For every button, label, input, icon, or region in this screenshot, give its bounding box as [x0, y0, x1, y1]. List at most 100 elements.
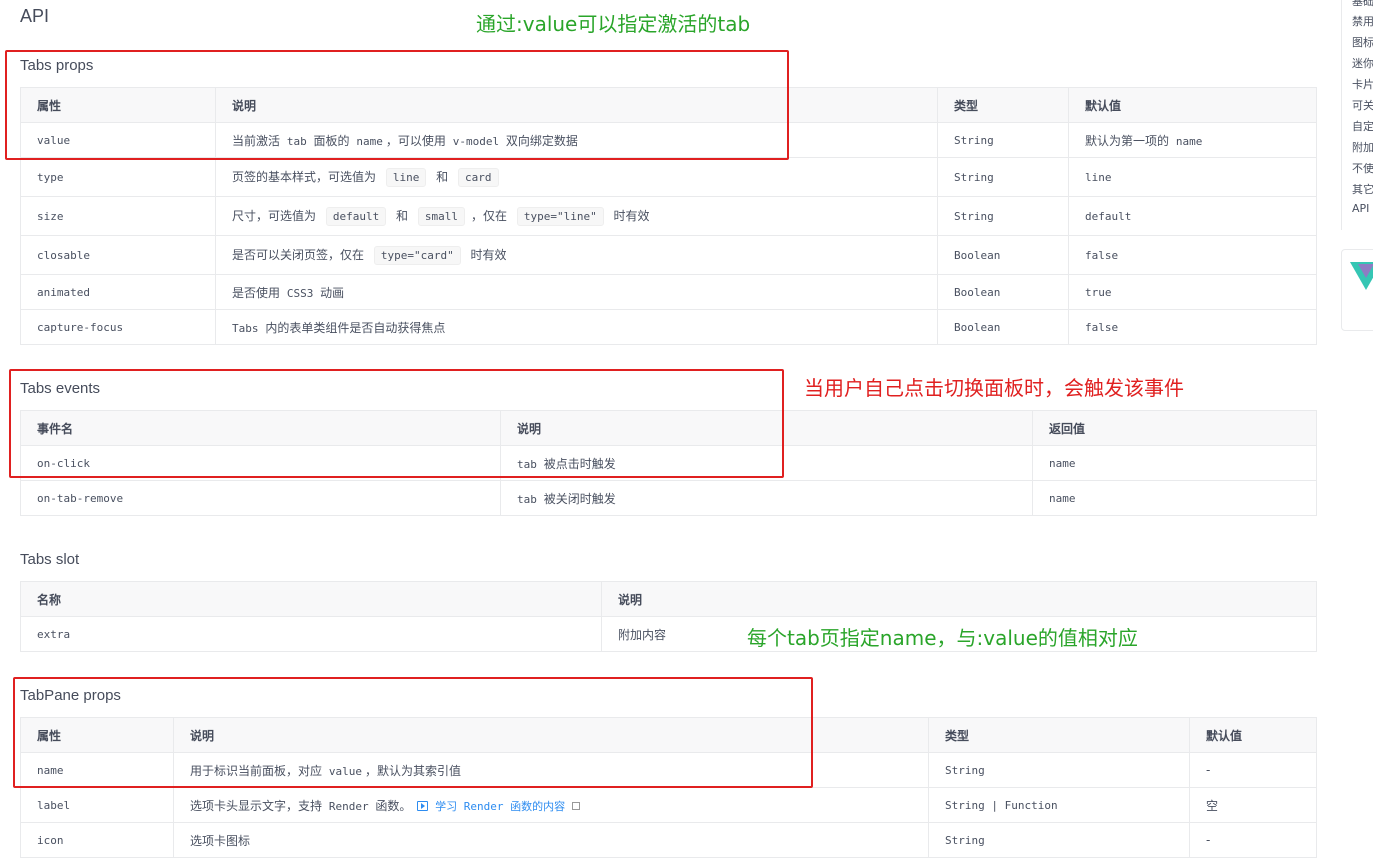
- prop-type: Boolean: [937, 235, 1069, 275]
- prop-name: value: [20, 122, 216, 158]
- prop-name: label: [20, 787, 174, 823]
- desc-text: 被点击时触发: [543, 456, 616, 471]
- desc-text: 页签的基本样式，可选值为: [232, 169, 377, 184]
- desc-text: 面板的: [313, 133, 350, 148]
- desc-text: 当前激活: [232, 133, 281, 148]
- tabs-props-table: 属性 说明 类型 默认值 value 当前激活 tab 面板的 name ，可以使…: [20, 87, 1317, 345]
- desc-text: 选项卡图标: [190, 833, 251, 848]
- table-header-row: 属性 说明 类型 默认值: [20, 717, 1317, 753]
- event-return: name: [1032, 480, 1317, 516]
- prop-desc: 选项卡头显示文字，支持 Render 函数。 学习 Render 函数的内容: [173, 787, 929, 823]
- prop-type: Boolean: [937, 274, 1069, 310]
- prop-desc: 选项卡图标: [173, 822, 929, 858]
- col-header-default: 默认值: [1189, 717, 1317, 753]
- prop-default: line: [1068, 157, 1317, 197]
- col-header-attr: 属性: [20, 87, 216, 123]
- desc-code: name: [356, 134, 383, 148]
- col-header-type: 类型: [937, 87, 1069, 123]
- col-header-return: 返回值: [1032, 410, 1317, 446]
- code-chip: small: [417, 206, 465, 226]
- render-doc-link[interactable]: 学习 Render 函数的内容: [415, 799, 580, 813]
- tabs-slot-title: Tabs slot: [20, 551, 80, 568]
- desc-text: 选项卡头显示文字，支持: [190, 798, 323, 813]
- col-header-desc: 说明: [601, 581, 1317, 617]
- anchor-nav-item[interactable]: 图标: [1352, 34, 1373, 50]
- col-header-event: 事件名: [20, 410, 501, 446]
- desc-code: tab: [517, 457, 537, 471]
- prop-type: Boolean: [937, 309, 1069, 345]
- anchor-nav-item[interactable]: API: [1352, 202, 1369, 215]
- anchor-nav-item[interactable]: 可关: [1352, 97, 1373, 113]
- anchor-nav-item[interactable]: 基础: [1352, 0, 1373, 9]
- desc-code: value: [328, 764, 362, 778]
- table-row: animated 是否使用 CSS3 动画 Boolean true: [20, 274, 1317, 310]
- anchor-nav-item[interactable]: 禁用: [1352, 13, 1373, 29]
- col-header-name: 名称: [20, 581, 602, 617]
- annotation-events-note: 当用户自己点击切换面板时，会触发该事件: [804, 376, 1184, 400]
- prop-type: String: [937, 196, 1069, 236]
- desc-text: 时有效: [470, 247, 507, 262]
- anchor-nav-item[interactable]: 其它: [1352, 181, 1373, 197]
- video-play-icon: [417, 801, 429, 811]
- desc-code: tab: [286, 134, 307, 148]
- sponsor-card[interactable]: [1341, 249, 1373, 331]
- prop-name: type: [20, 157, 216, 197]
- table-row: capture-focus Tabs 内的表单类组件是否自动获得焦点 Boole…: [20, 309, 1317, 345]
- desc-text: 和: [436, 169, 449, 184]
- desc-text: 是否使用: [232, 285, 281, 300]
- desc-text: 用于标识当前面板，对应: [190, 763, 323, 778]
- external-link-icon: [571, 802, 580, 810]
- prop-type: String | Function: [928, 787, 1190, 823]
- anchor-nav-item[interactable]: 卡片: [1352, 76, 1373, 92]
- col-header-default: 默认值: [1068, 87, 1317, 123]
- event-return: name: [1032, 445, 1317, 481]
- tabs-events-title: Tabs events: [20, 380, 101, 397]
- page-title: API: [20, 6, 50, 26]
- anchor-nav: 基础 禁用 图标 迷你 卡片 可关 自定 附加 不使 其它 API: [1341, 0, 1373, 230]
- code-chip: line: [385, 167, 427, 187]
- table-row: label 选项卡头显示文字，支持 Render 函数。 学习 Render 函…: [20, 787, 1317, 823]
- tabs-events-table: 事件名 说明 返回值 on-click tab 被点击时触发 name on-t…: [20, 410, 1317, 516]
- prop-desc: 当前激活 tab 面板的 name ，可以使用 v-model 双向绑定数据: [215, 122, 938, 158]
- prop-type: String: [937, 157, 1069, 197]
- anchor-nav-item[interactable]: 不使: [1352, 160, 1373, 176]
- code-chip: default: [325, 206, 387, 226]
- prop-default: false: [1068, 309, 1317, 345]
- anchor-nav-item[interactable]: 迷你: [1352, 55, 1373, 71]
- anchor-nav-item[interactable]: 附加: [1352, 139, 1373, 155]
- prop-name: icon: [20, 822, 174, 858]
- table-row: name 用于标识当前面板，对应 value ，默认为其索引值 String -: [20, 752, 1317, 788]
- prop-name: closable: [20, 235, 216, 275]
- desc-text: 和: [396, 208, 409, 223]
- slot-name: extra: [20, 616, 602, 652]
- desc-code: v-model: [452, 134, 500, 148]
- prop-default: 默认为第一项的 name: [1068, 122, 1317, 158]
- desc-text: 尺寸，可选值为: [232, 208, 317, 223]
- default-text: 默认为第一项的: [1085, 133, 1170, 148]
- col-header-desc: 说明: [215, 87, 938, 123]
- event-desc: tab 被关闭时触发: [500, 480, 1033, 516]
- prop-default: 空: [1189, 787, 1317, 823]
- desc-text: 动画: [320, 285, 345, 300]
- col-header-attr: 属性: [20, 717, 174, 753]
- table-row: value 当前激活 tab 面板的 name ，可以使用 v-model 双向绑…: [20, 122, 1317, 158]
- desc-text: 时有效: [613, 208, 650, 223]
- col-header-desc: 说明: [173, 717, 929, 753]
- desc-text: ，仅在: [471, 208, 508, 223]
- tabpane-props-title: TabPane props: [20, 687, 121, 704]
- prop-desc: 尺寸，可选值为 default 和 small ，仅在 type="line" 时…: [215, 196, 938, 236]
- table-row: closable 是否可以关闭页签，仅在 type="card" 时有效 Boo…: [20, 235, 1317, 275]
- tabs-props-title: Tabs props: [20, 57, 94, 74]
- render-doc-link-label: 学习 Render 函数的内容: [435, 799, 566, 813]
- prop-name: animated: [20, 274, 216, 310]
- table-header-row: 属性 说明 类型 默认值: [20, 87, 1317, 123]
- prop-default: default: [1068, 196, 1317, 236]
- anchor-nav-item[interactable]: 自定: [1352, 118, 1373, 134]
- table-row: on-tab-remove tab 被关闭时触发 name: [20, 480, 1317, 516]
- prop-desc: 页签的基本样式，可选值为 line 和 card: [215, 157, 938, 197]
- desc-code: tab: [517, 492, 537, 506]
- desc-text: 是否可以关闭页签，仅在: [232, 247, 365, 262]
- code-chip: type="card": [373, 245, 461, 265]
- desc-text: 双向绑定数据: [505, 133, 578, 148]
- prop-desc: 是否使用 CSS3 动画: [215, 274, 938, 310]
